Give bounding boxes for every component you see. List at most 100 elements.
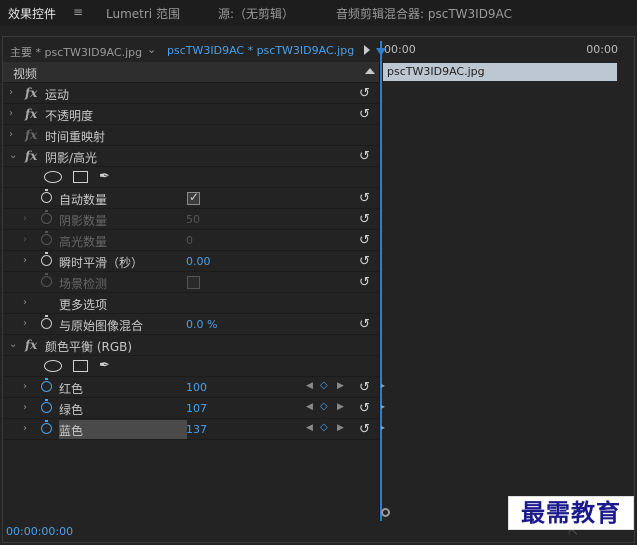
tab-lumetri-scopes[interactable]: Lumetri 范围 (106, 5, 180, 22)
effect-row-shadow-highlight[interactable]: ⌄ fx 阴影/高光 ↺ (3, 146, 379, 167)
effect-label: 运动 (45, 88, 70, 102)
chevron-right-icon[interactable]: › (9, 87, 13, 98)
stopwatch-icon[interactable] (41, 252, 52, 266)
timeline-clip[interactable]: pscTW3ID9AC.jpg (383, 63, 617, 81)
chevron-right-icon[interactable]: › (23, 402, 27, 413)
add-keyframe-icon[interactable]: ◇ (320, 422, 328, 433)
sequence-clip-label[interactable]: pscTW3ID9AC * pscTW3ID9AC.jpg (167, 44, 354, 57)
playhead-handle-icon[interactable] (376, 48, 386, 56)
stopwatch-icon[interactable] (41, 315, 52, 329)
collapse-up-icon[interactable] (365, 68, 375, 74)
effect-row-opacity[interactable]: › fx 不透明度 ↺ (3, 104, 379, 125)
chevron-right-icon[interactable]: › (23, 213, 27, 224)
pen-mask-icon[interactable]: ✒ (99, 358, 110, 373)
effect-label: 不透明度 (45, 109, 94, 123)
param-row-blue: › 蓝色 137 ◀ ◇ ▶ ↺ (3, 419, 379, 440)
reset-icon[interactable]: ↺ (359, 233, 370, 248)
param-value[interactable]: 0.00 (186, 255, 211, 268)
reset-icon[interactable]: ↺ (359, 107, 370, 122)
rectangle-mask-icon[interactable] (73, 360, 88, 372)
effect-timeline[interactable]: 00:00 00:00 pscTW3ID9AC.jpg ▸ ▸ ▸ (376, 41, 635, 521)
effect-row-color-balance[interactable]: ⌄ fx 颜色平衡 (RGB) (3, 335, 379, 356)
watermark-logo: 最需教育 (508, 496, 634, 530)
reset-icon[interactable]: ↺ (359, 254, 370, 269)
chevron-right-icon[interactable]: › (9, 129, 13, 140)
fx-icon[interactable]: fx (25, 149, 37, 163)
fx-icon: fx (25, 128, 38, 142)
add-keyframe-icon[interactable]: ◇ (320, 380, 328, 391)
ruler-end-time: 00:00 (586, 43, 618, 56)
tab-audio-clip-mixer[interactable]: 音频剪辑混合器: pscTW3ID9AC (336, 5, 512, 22)
param-row-red: › 红色 100 ◀ ◇ ▶ ↺ (3, 377, 379, 398)
chevron-right-icon[interactable]: › (9, 108, 13, 119)
chevron-down-icon[interactable]: ⌄ (147, 43, 156, 56)
fx-icon[interactable]: fx (25, 86, 37, 100)
tab-effect-controls[interactable]: 效果控件 (8, 5, 56, 22)
reset-icon[interactable]: ↺ (359, 380, 370, 395)
chevron-right-icon[interactable]: › (23, 234, 27, 245)
playhead[interactable] (376, 41, 386, 521)
fx-icon[interactable]: fx (25, 338, 37, 352)
param-label: 瞬时平滑（秒） (59, 256, 144, 270)
rectangle-mask-icon[interactable] (73, 171, 88, 183)
param-label: 红色 (59, 382, 84, 396)
master-clip-label[interactable]: 主要 * pscTW3ID9AC.jpg (10, 44, 142, 60)
param-value[interactable]: 0.0 % (186, 318, 217, 331)
param-value[interactable]: 107 (186, 402, 207, 415)
mask-tools-row: ✒ (3, 167, 379, 188)
chevron-right-icon[interactable]: › (23, 255, 27, 266)
reset-icon[interactable]: ↺ (359, 212, 370, 227)
reset-icon[interactable]: ↺ (359, 86, 370, 101)
keyframe-marker-icon[interactable]: ▸ (381, 381, 385, 390)
pen-mask-icon[interactable]: ✒ (99, 169, 110, 184)
chevron-down-icon[interactable]: ⌄ (9, 339, 17, 350)
show-timeline-toggle-icon[interactable] (364, 45, 370, 55)
effect-label: 时间重映射 (45, 130, 106, 144)
reset-icon[interactable]: ↺ (359, 275, 370, 290)
reset-icon[interactable]: ↺ (359, 317, 370, 332)
scene-detect-checkbox[interactable] (187, 276, 200, 289)
tab-source[interactable]: 源:（无剪辑） (218, 5, 294, 22)
panel-menu-icon[interactable]: ≡ (73, 5, 83, 19)
param-label: 高光数量 (59, 235, 108, 249)
prev-keyframe-icon[interactable]: ◀ (306, 402, 313, 412)
reset-icon[interactable]: ↺ (359, 191, 370, 206)
param-value[interactable]: 100 (186, 381, 207, 394)
stopwatch-icon[interactable] (41, 399, 52, 413)
chevron-down-icon[interactable]: ⌄ (9, 150, 17, 161)
next-keyframe-icon[interactable]: ▶ (337, 381, 344, 391)
effect-row-motion[interactable]: › fx 运动 ↺ (3, 83, 379, 104)
current-timecode[interactable]: 00:00:00:00 (6, 525, 73, 538)
chevron-right-icon[interactable]: › (23, 297, 27, 308)
param-row-green: › 绿色 107 ◀ ◇ ▶ ↺ (3, 398, 379, 419)
param-label: 蓝色 (59, 424, 84, 438)
stopwatch-icon[interactable] (41, 378, 52, 392)
param-row-more-options[interactable]: › 更多选项 (3, 293, 379, 314)
effect-row-time-remap[interactable]: › fx 时间重映射 (3, 125, 379, 146)
auto-amount-checkbox[interactable] (187, 190, 200, 205)
keyframe-marker-icon[interactable]: ▸ (381, 423, 385, 432)
add-keyframe-icon[interactable]: ◇ (320, 401, 328, 412)
param-label: 场景检测 (59, 277, 108, 291)
keyframe-marker-icon[interactable]: ▸ (381, 402, 385, 411)
next-keyframe-icon[interactable]: ▶ (337, 423, 344, 433)
stopwatch-icon[interactable] (41, 189, 52, 203)
param-value[interactable]: 137 (186, 423, 207, 436)
stopwatch-icon[interactable] (41, 420, 52, 434)
chevron-right-icon[interactable]: › (23, 318, 27, 329)
param-label: 绿色 (59, 403, 84, 417)
ellipse-mask-icon[interactable] (44, 360, 62, 372)
prev-keyframe-icon[interactable]: ◀ (306, 381, 313, 391)
fx-icon[interactable]: fx (25, 107, 37, 121)
reset-icon[interactable]: ↺ (359, 401, 370, 416)
chevron-right-icon[interactable]: › (23, 381, 27, 392)
zoom-handle[interactable] (381, 508, 390, 517)
reset-icon[interactable]: ↺ (359, 422, 370, 437)
prev-keyframe-icon[interactable]: ◀ (306, 423, 313, 433)
time-ruler[interactable]: 00:00 00:00 (380, 41, 635, 61)
chevron-right-icon[interactable]: › (23, 423, 27, 434)
next-keyframe-icon[interactable]: ▶ (337, 402, 344, 412)
ruler-start-time: 00:00 (384, 43, 416, 56)
ellipse-mask-icon[interactable] (44, 171, 62, 183)
reset-icon[interactable]: ↺ (359, 149, 370, 164)
